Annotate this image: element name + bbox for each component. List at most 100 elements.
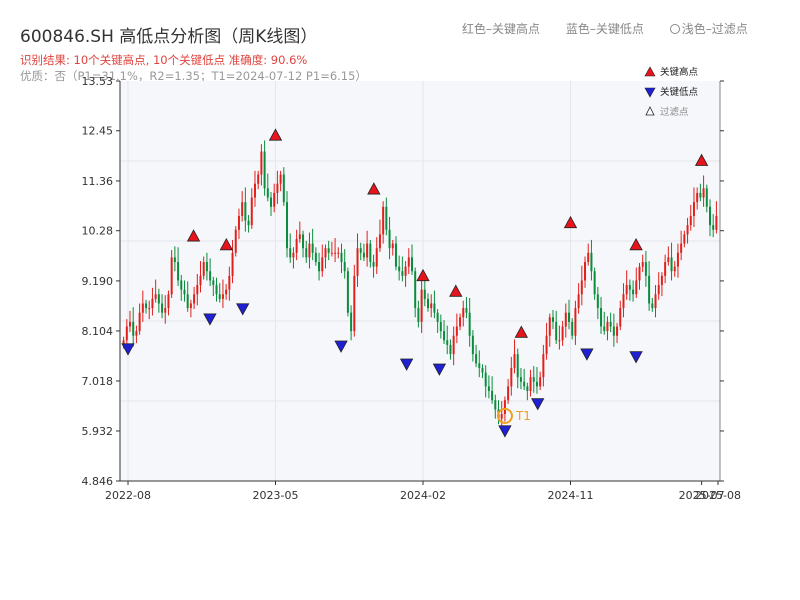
candle-body	[462, 308, 465, 318]
candle-body	[542, 354, 545, 378]
candle-body	[600, 308, 603, 327]
candle-body	[580, 280, 583, 295]
candle-body	[231, 252, 234, 276]
candle-body	[712, 225, 715, 230]
candle-body	[465, 308, 468, 313]
x-tick-label: 2024-11	[548, 489, 594, 502]
x-tick-label: 2024-02	[400, 489, 446, 502]
candle-body	[574, 308, 577, 336]
y-tick-label: 11.36	[82, 175, 114, 188]
candle-body	[196, 285, 199, 295]
candle-body	[391, 243, 394, 249]
candle-body	[439, 321, 442, 332]
legend-item-label: 过滤点	[660, 106, 689, 118]
candle-body	[558, 340, 561, 342]
candle-body	[356, 248, 359, 276]
candle-body	[270, 197, 272, 207]
x-tick-label: 2022-08	[105, 489, 151, 502]
candle-body	[340, 252, 343, 263]
candle-body	[221, 294, 224, 299]
candle-body	[667, 257, 670, 263]
x-tick-label: 2023-05	[253, 489, 299, 502]
candle-body	[526, 386, 529, 391]
y-tick-label: 10.28	[82, 225, 114, 238]
x-tick-label: 2025-08	[695, 489, 741, 502]
candle-body	[167, 294, 170, 309]
candle-body	[590, 252, 593, 272]
candle-body	[346, 271, 349, 313]
candle-body	[449, 344, 452, 355]
candle-body	[330, 252, 333, 254]
candle-body	[571, 321, 574, 336]
candle-body	[260, 151, 263, 175]
candle-body	[535, 381, 538, 387]
candle-body	[193, 294, 196, 304]
candle-body	[459, 317, 462, 327]
candle-body	[478, 363, 481, 368]
candle-body	[561, 326, 564, 341]
candle-body	[161, 303, 164, 313]
candle-body	[420, 289, 423, 322]
candle-body	[327, 248, 330, 253]
candle-body	[205, 262, 208, 272]
candle-body	[657, 285, 660, 295]
candle-body	[529, 377, 532, 391]
candle-body	[135, 331, 138, 336]
candle-body	[228, 275, 231, 290]
candle-body	[394, 243, 397, 267]
candle-body	[324, 248, 327, 258]
candle-body	[343, 262, 346, 272]
candle-body	[321, 257, 324, 272]
candle-body	[417, 308, 420, 322]
candle-body	[494, 400, 497, 410]
candle-body	[692, 202, 695, 216]
y-tick-label: 7.018	[82, 375, 114, 388]
candle-body	[475, 354, 478, 364]
candle-body	[209, 271, 212, 281]
y-tick-label: 8.104	[82, 325, 114, 338]
candle-body	[484, 372, 487, 387]
candle-body	[584, 262, 587, 281]
candle-body	[276, 183, 279, 193]
candle-body	[350, 312, 353, 332]
candle-body	[318, 262, 321, 272]
candle-body	[410, 257, 413, 272]
candle-body	[132, 321, 135, 336]
candle-body	[401, 271, 404, 276]
candle-body	[577, 294, 580, 309]
candle-body	[215, 285, 218, 295]
candle-body	[286, 202, 289, 249]
candle-body	[491, 390, 494, 401]
y-tick-label: 5.932	[82, 425, 114, 438]
candle-body	[568, 312, 570, 322]
candle-body	[427, 298, 430, 309]
candle-body	[603, 326, 606, 332]
candle-body	[237, 215, 240, 230]
candle-body	[625, 285, 628, 295]
candle-body	[257, 174, 260, 184]
candle-body	[670, 257, 673, 272]
candle-body	[241, 202, 244, 216]
legend-high-icon	[644, 66, 656, 77]
candle-body	[430, 303, 433, 309]
candle-body	[596, 294, 599, 309]
candle-body	[510, 367, 513, 387]
candle-body	[689, 215, 692, 226]
candle-body	[616, 326, 619, 336]
candle-body	[715, 215, 718, 230]
candle-body	[337, 252, 340, 254]
y-tick-label: 12.45	[82, 125, 114, 138]
candle-body	[648, 275, 651, 304]
candle-body	[141, 303, 144, 313]
candle-body	[683, 234, 686, 244]
candle-body	[622, 294, 625, 309]
candle-body	[507, 386, 510, 401]
candlestick-chart: 4.846 5.932 7.018 8.104 9.190 10.28 11.36 12.45…	[82, 66, 741, 502]
candle-body	[292, 252, 295, 258]
candle-body	[545, 335, 548, 355]
candle-body	[359, 248, 362, 253]
candle-body	[702, 188, 705, 198]
candle-body	[487, 386, 490, 391]
candle-body	[225, 289, 228, 295]
candle-body	[154, 294, 157, 299]
